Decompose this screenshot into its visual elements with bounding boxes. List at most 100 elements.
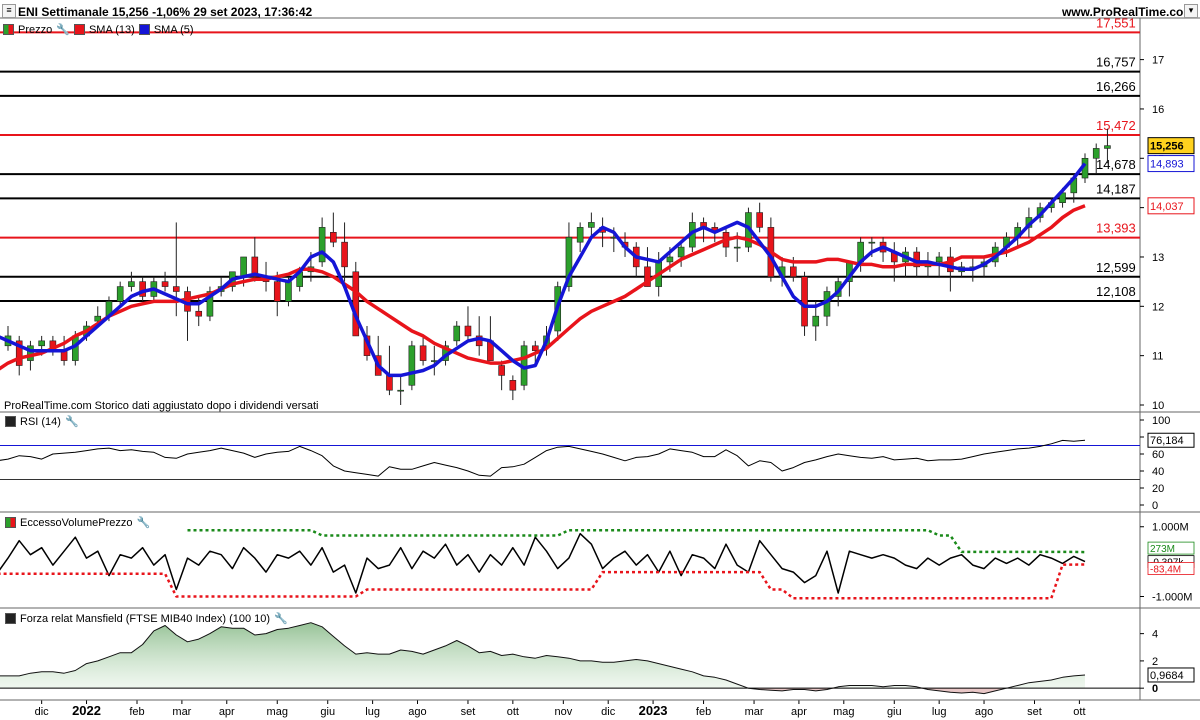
x-tick-label: set	[1027, 706, 1042, 718]
candle-body	[733, 246, 741, 249]
menu-icon[interactable]: ≡	[2, 4, 16, 18]
price-tag: 14,893	[1147, 155, 1195, 173]
candle-body	[172, 286, 180, 292]
rsi-swatch	[5, 416, 16, 427]
sma5-line	[0, 162, 1087, 378]
x-tick-label: ott	[1073, 706, 1085, 718]
candle-body	[935, 256, 943, 263]
price-swatch	[3, 24, 14, 35]
sma13-swatch	[73, 24, 85, 35]
candle-body	[318, 227, 326, 263]
price-y-tick-label: 10	[1152, 400, 1164, 412]
data-note: ProRealTime.com Storico dati aggiustato …	[4, 400, 319, 412]
candle-body	[341, 241, 348, 268]
wrench-icon[interactable]: 🔧	[56, 23, 70, 36]
candle-body	[1092, 148, 1100, 159]
x-tick-label: giu	[887, 706, 902, 718]
candle-body	[285, 281, 292, 302]
candle-body	[240, 256, 247, 278]
candle-body	[666, 256, 674, 263]
candle-body	[386, 375, 393, 391]
rsi-y-tick-label: 0	[1152, 500, 1158, 512]
volume-excess-line	[0, 532, 1086, 594]
candle-body	[161, 281, 169, 287]
site-url: www.ProRealTime.com	[1061, 5, 1194, 19]
x-tick-label: 2023	[639, 703, 668, 718]
wrench-icon[interactable]: 🔧	[274, 612, 288, 625]
level-label: 12,599	[1096, 260, 1136, 275]
volume-y-tick-label: 1.000M	[1152, 522, 1189, 534]
level-label: 14,187	[1096, 181, 1136, 196]
volume-y-tick-label: -1.000M	[1152, 592, 1192, 604]
mansfield-y-tick-label: 2	[1152, 656, 1158, 668]
volume-title: EccessoVolumePrezzo	[20, 516, 133, 529]
x-tick-label: apr	[219, 706, 235, 718]
candle-body	[576, 227, 584, 243]
x-tick-label: mag	[267, 706, 288, 718]
x-tick-label: giu	[320, 706, 335, 718]
candle-body	[868, 241, 876, 244]
price-legend-label: Prezzo	[18, 23, 53, 36]
x-tick-label: apr	[791, 706, 807, 718]
price-y-tick-label: 11	[1152, 351, 1163, 363]
instrument-title: ENI Settimanale 15,256 -1,06% 29 set 202…	[18, 5, 313, 19]
price-tag-label: 14,893	[1150, 159, 1184, 171]
x-tick-label: set	[461, 706, 476, 718]
candle-body	[531, 345, 539, 352]
x-tick-label: mag	[833, 706, 854, 718]
mansfield-area-negative	[0, 688, 1085, 694]
price-y-tick-label: 13	[1152, 252, 1164, 264]
price-legend: Prezzo 🔧 SMA (13) SMA (5)	[3, 23, 194, 36]
candle-body	[273, 281, 281, 302]
candle-body	[801, 276, 808, 327]
price-tag-label: 15,256	[1150, 141, 1184, 153]
level-label: 16,757	[1096, 55, 1136, 70]
x-tick-label: dic	[35, 706, 50, 718]
settings-icon[interactable]: ▾	[1184, 4, 1198, 18]
sma5-swatch	[138, 24, 150, 35]
candle-body	[756, 212, 763, 228]
price-tag-label: 14,037	[1150, 201, 1184, 213]
price-y-tick-label: 12	[1152, 301, 1164, 313]
x-tick-label: 2022	[72, 703, 101, 718]
mansfield-y-tick-label: 4	[1152, 629, 1158, 641]
mansfield-y-tick-label: 0	[1152, 683, 1158, 695]
rsi-y-tick-label: 100	[1152, 415, 1170, 427]
level-label: 16,266	[1096, 79, 1136, 94]
candle-body	[419, 345, 427, 361]
x-tick-label: feb	[696, 706, 711, 718]
price-y-tick-label: 17	[1152, 55, 1164, 67]
mansfield-area-positive	[0, 622, 1085, 689]
rsi-panel-title: RSI (14) 🔧	[3, 415, 81, 428]
mansfield-value-label: 0,9684	[1150, 670, 1184, 682]
candle-body	[812, 315, 820, 327]
volume-lower-band	[0, 563, 1086, 600]
candle-body	[116, 286, 124, 302]
sma13-legend-label: SMA (13)	[88, 23, 135, 36]
sma5-legend-label: SMA (5)	[153, 23, 194, 36]
wrench-icon[interactable]: 🔧	[65, 415, 79, 428]
candle-body	[38, 340, 45, 347]
price-y-tick-label: 16	[1152, 104, 1164, 116]
x-tick-label: ago	[975, 706, 993, 718]
wrench-icon[interactable]: 🔧	[137, 516, 151, 529]
candle-body	[330, 232, 337, 243]
level-label: 13,393	[1096, 221, 1136, 236]
price-tag: 15,256	[1147, 137, 1195, 155]
candle-body	[408, 345, 416, 386]
mansfield-title: Forza relat Mansfield (FTSE MIB40 Index)…	[20, 612, 271, 625]
x-tick-label: mar	[745, 706, 764, 718]
candle-body	[677, 246, 685, 258]
volume-value-label: -83,4M	[1150, 565, 1181, 576]
mansfield-panel-title: Forza relat Mansfield (FTSE MIB40 Index)…	[3, 612, 290, 625]
level-label: 14,678	[1096, 157, 1136, 172]
candle-body	[498, 365, 505, 376]
x-tick-label: lug	[932, 706, 947, 718]
sma13-line	[0, 204, 1086, 371]
volume-swatch	[5, 517, 16, 528]
candle-body	[352, 271, 360, 337]
x-tick-label: dic	[601, 706, 616, 718]
candle-body	[509, 380, 517, 391]
mansfield-swatch	[5, 613, 16, 624]
candle-body	[128, 281, 135, 287]
